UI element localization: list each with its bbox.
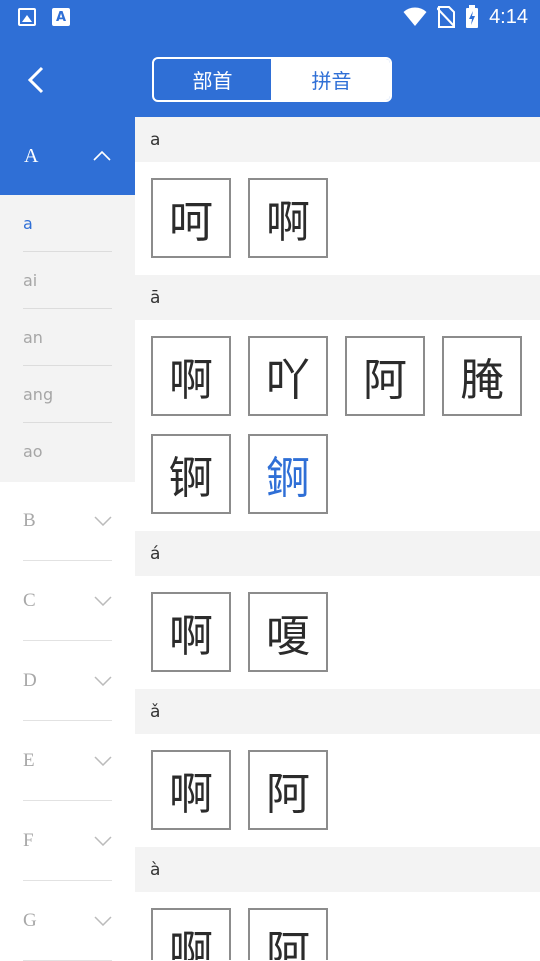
no-sim-icon: [437, 6, 456, 28]
chevron-down-icon: [94, 515, 112, 526]
character-list: a 呵 啊 ā 啊 吖 阿 腌 锕 錒 á 啊 嗄 ǎ 啊 阿 à 啊 阿: [135, 117, 540, 960]
char-cell[interactable]: 啊: [248, 178, 328, 258]
char-cell[interactable]: 呵: [151, 178, 231, 258]
chevron-up-icon: [93, 150, 111, 161]
char-cell[interactable]: 啊: [151, 908, 231, 960]
sidebar-letter-d[interactable]: D: [23, 641, 112, 721]
wifi-icon: [403, 7, 427, 26]
sidebar-sub-item-a[interactable]: a: [23, 195, 112, 252]
section-header-a3: ǎ: [135, 689, 540, 734]
sidebar-letter-label: G: [23, 909, 37, 931]
chevron-down-icon: [94, 595, 112, 606]
section-header-a2: á: [135, 531, 540, 576]
mode-switch: 部首 拼音: [152, 57, 392, 102]
sidebar-letter-b[interactable]: B: [23, 481, 112, 561]
sidebar-letter-label: F: [23, 829, 34, 851]
section-header-a4: à: [135, 847, 540, 892]
sidebar-sub-item-an[interactable]: an: [23, 309, 112, 366]
tab-pinyin[interactable]: 拼音: [273, 59, 390, 100]
sidebar-letter-label: D: [23, 669, 37, 691]
image-icon: [18, 8, 36, 26]
char-cell[interactable]: 阿: [248, 750, 328, 830]
chevron-down-icon: [94, 915, 112, 926]
char-cell[interactable]: 啊: [151, 750, 231, 830]
char-cell-highlighted[interactable]: 錒: [248, 434, 328, 514]
sidebar-letter-label: A: [24, 144, 39, 167]
char-cell[interactable]: 啊: [151, 592, 231, 672]
font-app-icon: A: [52, 8, 70, 26]
top-bar: A 4:14 部首 拼音: [0, 0, 540, 117]
sidebar-letter-g[interactable]: G: [23, 881, 112, 961]
sidebar-sub-item-ang[interactable]: ang: [23, 366, 112, 423]
sidebar-letter-a[interactable]: A: [0, 117, 135, 195]
letter-sidebar: A a ai an ang ao B C D E F G: [0, 117, 135, 961]
chevron-down-icon: [94, 755, 112, 766]
status-bar: A 4:14: [0, 0, 540, 36]
section-header-a: a: [135, 117, 540, 162]
sidebar-letter-label: B: [23, 509, 36, 531]
char-cell[interactable]: 锕: [151, 434, 231, 514]
char-cell[interactable]: 啊: [151, 336, 231, 416]
battery-icon: [466, 5, 479, 28]
sidebar-letter-e[interactable]: E: [23, 721, 112, 801]
status-time: 4:14: [489, 5, 528, 28]
sidebar-sub-list: a ai an ang ao: [0, 195, 135, 482]
char-cell[interactable]: 吖: [248, 336, 328, 416]
sidebar-sub-item-ai[interactable]: ai: [23, 252, 112, 309]
chevron-down-icon: [94, 675, 112, 686]
char-cell[interactable]: 阿: [248, 908, 328, 960]
tab-radical[interactable]: 部首: [154, 59, 273, 100]
chevron-down-icon: [94, 835, 112, 846]
section-header-a1: ā: [135, 275, 540, 320]
sidebar-letter-c[interactable]: C: [23, 561, 112, 641]
sidebar-letter-label: E: [23, 749, 35, 771]
char-cell[interactable]: 嗄: [248, 592, 328, 672]
back-arrow-icon: [27, 66, 44, 94]
char-cell[interactable]: 阿: [345, 336, 425, 416]
back-button[interactable]: [18, 60, 54, 100]
sidebar-letter-f[interactable]: F: [23, 801, 112, 881]
sidebar-letter-label: C: [23, 589, 36, 611]
char-cell[interactable]: 腌: [442, 336, 522, 416]
sidebar-sub-item-ao[interactable]: ao: [23, 423, 112, 480]
